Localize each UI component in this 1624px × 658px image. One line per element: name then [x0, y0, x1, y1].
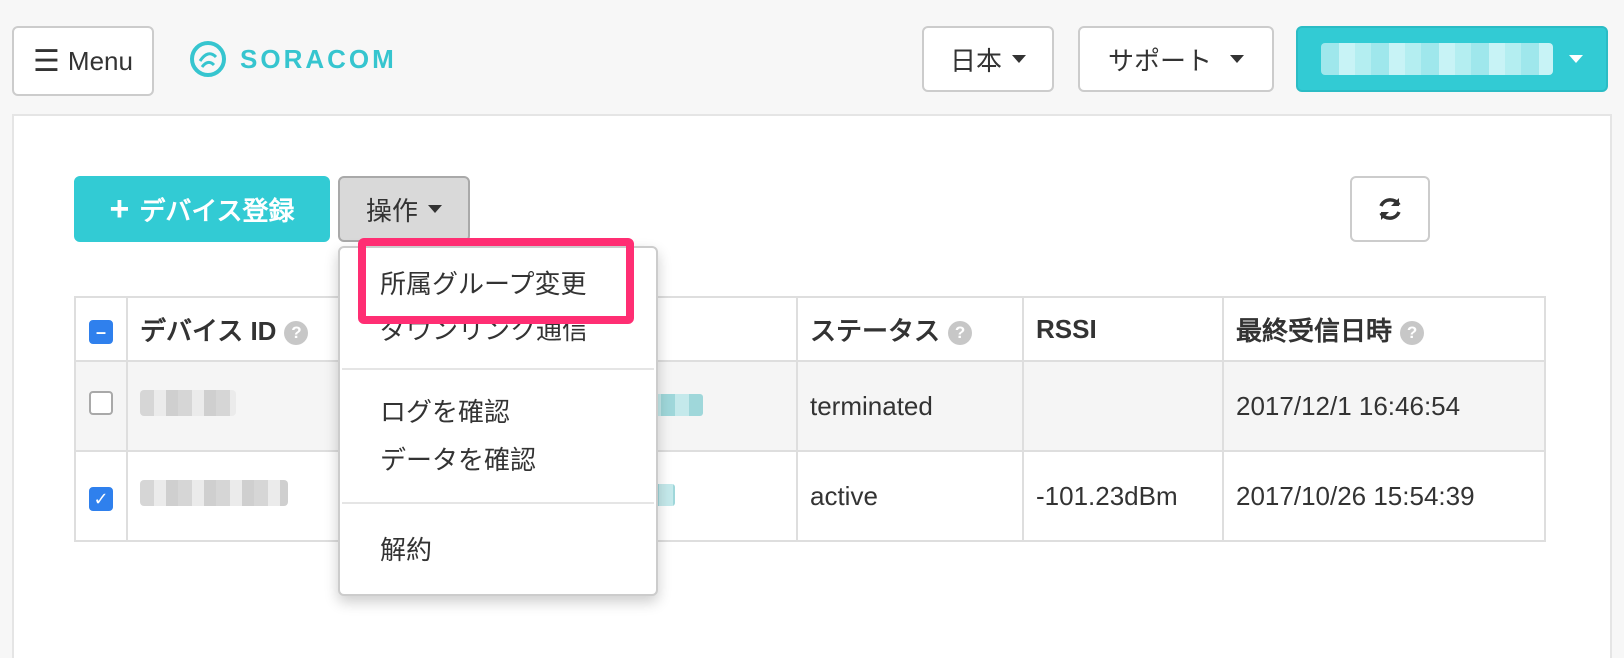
soracom-logo[interactable]: SORACOM: [188, 36, 397, 82]
add-device-button[interactable]: + デバイス登録: [74, 176, 330, 242]
language-dropdown[interactable]: 日本: [922, 26, 1054, 92]
logo-text: SORACOM: [240, 43, 397, 74]
menu-divider: [342, 502, 654, 504]
last-received-cell: 2017/10/26 15:54:39: [1222, 450, 1546, 542]
soracom-logo-icon: [190, 41, 226, 77]
status-cell: terminated: [796, 360, 1024, 452]
table-row[interactable]: terminated 2017/12/1 16:46:54: [74, 360, 1546, 452]
menu-item-view-logs[interactable]: ログを確認: [380, 392, 510, 429]
status-cell: active: [796, 450, 1024, 542]
last-received-cell: 2017/12/1 16:46:54: [1222, 360, 1546, 452]
help-icon[interactable]: ?: [1400, 320, 1425, 345]
menu-label: Menu: [67, 45, 133, 76]
menu-divider: [342, 368, 654, 370]
support-label: サポート: [1107, 45, 1212, 76]
header-rssi[interactable]: RSSI: [1022, 296, 1224, 362]
menu-button[interactable]: ☰ Menu: [12, 26, 154, 96]
header-status[interactable]: ステータス?: [796, 296, 1024, 362]
help-icon[interactable]: ?: [284, 320, 309, 345]
menu-item-view-data[interactable]: データを確認: [380, 440, 536, 477]
row-checkbox[interactable]: [89, 390, 113, 415]
menu-item-terminate[interactable]: 解約: [380, 530, 432, 567]
select-all-checkbox[interactable]: –: [89, 320, 113, 344]
add-device-label: デバイス登録: [139, 195, 295, 226]
redacted-device-id: [140, 479, 288, 506]
hamburger-icon: ☰: [33, 44, 60, 78]
table-row[interactable]: ✓ active -101.23dBm 2017/10/26 15:54:39: [74, 450, 1546, 542]
language-label: 日本: [949, 45, 1002, 76]
redacted-account-name: [1321, 43, 1553, 75]
row-checkbox-cell: ✓: [74, 450, 128, 542]
operations-label: 操作: [365, 195, 418, 226]
support-dropdown[interactable]: サポート: [1078, 26, 1274, 92]
caret-down-icon: [428, 205, 442, 213]
row-checkbox-cell: [74, 360, 128, 452]
refresh-button[interactable]: [1350, 176, 1430, 242]
caret-down-icon: [1569, 55, 1583, 63]
account-dropdown[interactable]: [1296, 26, 1608, 92]
caret-down-icon: [1230, 55, 1244, 63]
header-last-received[interactable]: 最終受信日時?: [1222, 296, 1546, 362]
help-icon[interactable]: ?: [948, 320, 973, 345]
select-all-cell: –: [74, 296, 128, 362]
operations-dropdown-button[interactable]: 操作: [338, 176, 470, 242]
table-header-row: – デバイス ID? ステータス? RSSI 最終受信日時?: [74, 296, 1546, 362]
redacted-device-id: [140, 389, 236, 416]
row-checkbox-checked[interactable]: ✓: [89, 487, 113, 511]
rssi-cell: [1022, 360, 1224, 452]
device-table: – デバイス ID? ステータス? RSSI 最終受信日時? terminate…: [74, 296, 1546, 542]
refresh-icon: [1379, 198, 1401, 220]
rssi-cell: -101.23dBm: [1022, 450, 1224, 542]
plus-icon: +: [109, 189, 130, 228]
highlight-box: [358, 238, 634, 324]
caret-down-icon: [1012, 55, 1026, 63]
